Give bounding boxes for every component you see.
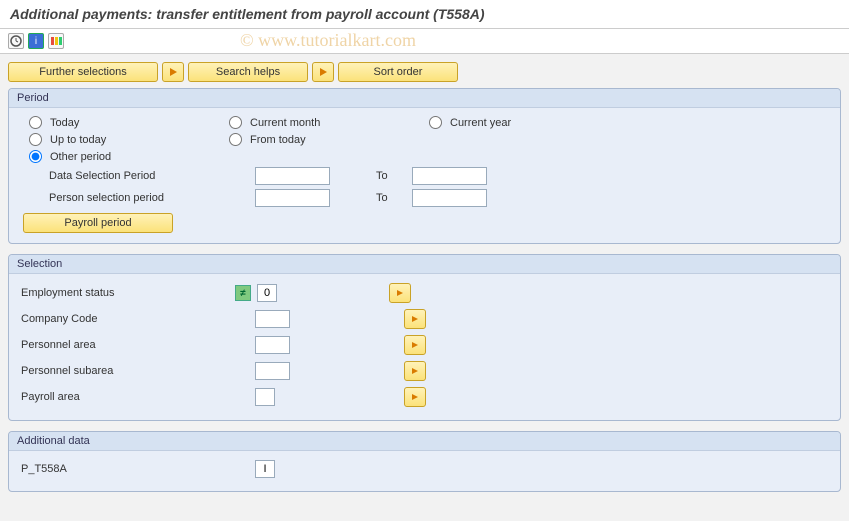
personnel-subarea-label: Personnel subarea <box>19 365 229 377</box>
employment-status-label: Employment status <box>19 287 229 299</box>
execute-icon[interactable] <box>8 33 24 49</box>
additional-data-group: Additional data P_T558A <box>8 431 841 492</box>
radio-up-to-today[interactable]: Up to today <box>29 133 169 146</box>
p-t558a-label: P_T558A <box>19 463 229 475</box>
multiple-selection-icon[interactable] <box>389 283 411 303</box>
p-t558a-input[interactable] <box>255 460 275 478</box>
person-period-to-input[interactable] <box>412 189 487 207</box>
radio-current-month[interactable]: Current month <box>229 116 369 129</box>
multiple-selection-icon[interactable] <box>404 309 426 329</box>
multiple-selection-icon[interactable] <box>404 335 426 355</box>
multiple-selection-icon[interactable] <box>404 387 426 407</box>
selection-group-title: Selection <box>9 255 840 274</box>
not-equal-icon[interactable]: ≠ <box>235 285 251 301</box>
variant-icon[interactable] <box>48 33 64 49</box>
radio-label: Up to today <box>50 134 106 146</box>
selection-button-row: Further selections Search helps Sort ord… <box>8 62 841 82</box>
data-selection-period-label: Data Selection Period <box>49 170 249 182</box>
radio-label: Today <box>50 117 79 129</box>
period-group-title: Period <box>9 89 840 108</box>
data-period-from-input[interactable] <box>255 167 330 185</box>
person-selection-period-label: Person selection period <box>49 192 249 204</box>
further-selections-button[interactable]: Further selections <box>8 62 158 82</box>
page-title: Additional payments: transfer entitlemen… <box>0 0 849 29</box>
payroll-area-label: Payroll area <box>19 391 229 403</box>
personnel-subarea-input[interactable] <box>255 362 290 380</box>
radio-current-year[interactable]: Current year <box>429 116 569 129</box>
selection-group: Selection Employment status ≠ Company Co… <box>8 254 841 421</box>
sort-order-button[interactable]: Sort order <box>338 62 458 82</box>
company-code-label: Company Code <box>19 313 229 325</box>
data-period-to-input[interactable] <box>412 167 487 185</box>
arrow-icon[interactable] <box>312 62 334 82</box>
personnel-area-label: Personnel area <box>19 339 229 351</box>
radio-label: Other period <box>50 151 111 163</box>
period-group: Period Today Current month Current year … <box>8 88 841 244</box>
arrow-icon[interactable] <box>162 62 184 82</box>
to-label: To <box>376 170 406 182</box>
to-label: To <box>376 192 406 204</box>
radio-label: Current year <box>450 117 511 129</box>
search-helps-button[interactable]: Search helps <box>188 62 308 82</box>
radio-label: Current month <box>250 117 320 129</box>
payroll-period-button[interactable]: Payroll period <box>23 213 173 233</box>
app-toolbar: i <box>0 29 849 54</box>
radio-label: From today <box>250 134 306 146</box>
company-code-input[interactable] <box>255 310 290 328</box>
radio-from-today[interactable]: From today <box>229 133 369 146</box>
payroll-area-input[interactable] <box>255 388 275 406</box>
multiple-selection-icon[interactable] <box>404 361 426 381</box>
info-icon[interactable]: i <box>28 33 44 49</box>
person-period-from-input[interactable] <box>255 189 330 207</box>
personnel-area-input[interactable] <box>255 336 290 354</box>
additional-data-title: Additional data <box>9 432 840 451</box>
radio-today[interactable]: Today <box>29 116 169 129</box>
radio-other-period[interactable]: Other period <box>29 150 169 163</box>
employment-status-input[interactable] <box>257 284 277 302</box>
